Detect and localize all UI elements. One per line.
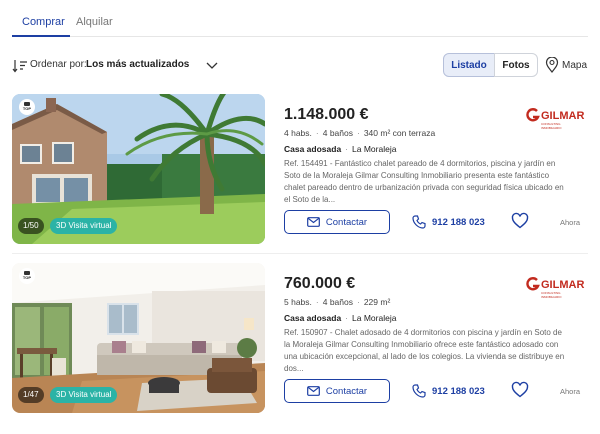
- rooms: 4 habs.: [284, 128, 312, 138]
- listing-card[interactable]: TOP 1/47 3D Visita virtual 760.000 € GIL…: [12, 263, 588, 413]
- chevron-down-icon[interactable]: [206, 60, 218, 70]
- agency-tagline: CONSULTING INMOBILIARIO: [541, 122, 562, 130]
- property-type: Casa adosada: [284, 313, 342, 323]
- agency-tagline: CONSULTING INMOBILIARIO: [541, 291, 562, 299]
- sort-label: Ordenar por:: [30, 59, 87, 70]
- sort-icon: [12, 60, 27, 73]
- phone-icon: [412, 384, 426, 398]
- listing-info: 760.000 € GILMAR CONSULTING INMOBILIARIO…: [284, 263, 588, 413]
- view-fotos-button[interactable]: Fotos: [494, 53, 538, 77]
- area: 340 m² con terraza: [363, 128, 436, 138]
- listing-card[interactable]: TOP 1/50 3D Visita virtual 1.148.000 € G…: [12, 94, 588, 244]
- location: La Moraleja: [352, 144, 397, 154]
- view-listado-button[interactable]: Listado: [443, 53, 495, 77]
- updated-time: Ahora: [560, 387, 581, 396]
- operation-tabs: Comprar Alquilar: [12, 0, 588, 37]
- virtual-tour-badge[interactable]: 3D Visita virtual: [50, 218, 118, 234]
- listing-photo[interactable]: TOP 1/50 3D Visita virtual: [12, 94, 265, 244]
- updated-time: Ahora: [560, 218, 581, 227]
- property-type: Casa adosada: [284, 144, 342, 154]
- contact-label: Contactar: [325, 216, 368, 228]
- area: 229 m²: [363, 297, 391, 307]
- phone-button[interactable]: 912 188 023: [412, 379, 485, 403]
- tab-alquilar[interactable]: Alquilar: [76, 16, 113, 28]
- agency-name: GILMAR: [541, 110, 585, 122]
- location: La Moraleja: [352, 313, 397, 323]
- agency-logo[interactable]: GILMAR CONSULTING INMOBILIARIO: [524, 273, 584, 301]
- baths: 4 baños: [322, 297, 353, 307]
- tab-comprar[interactable]: Comprar: [22, 16, 65, 28]
- listing-price[interactable]: 1.148.000 €: [284, 106, 369, 124]
- listing-features: 5 habs. · 4 baños · 229 m²: [284, 297, 391, 307]
- contact-button[interactable]: Contactar: [284, 379, 390, 403]
- sort-select[interactable]: Los más actualizados: [86, 59, 189, 70]
- gilmar-logo-icon: [526, 108, 540, 122]
- agency-name: GILMAR: [541, 279, 585, 291]
- photo-counter: 1/50: [18, 218, 44, 234]
- results-toolbar: Ordenar por: Los más actualizados Listad…: [12, 52, 588, 80]
- baths: 4 baños: [322, 128, 353, 138]
- phone-button[interactable]: 912 188 023: [412, 210, 485, 234]
- active-tab-indicator: [12, 35, 70, 37]
- divider: [12, 253, 588, 254]
- gilmar-logo-icon: [526, 277, 540, 291]
- mail-icon: [307, 217, 320, 227]
- top-badge: TOP: [19, 99, 35, 115]
- map-button[interactable]: Mapa: [545, 55, 587, 75]
- agency-logo[interactable]: GILMAR CONSULTING INMOBILIARIO: [524, 104, 584, 132]
- contact-label: Contactar: [325, 385, 368, 397]
- listing-description[interactable]: Ref. 150907 - Chalet adosado de 4 dormit…: [284, 327, 566, 375]
- map-pin-icon: [545, 57, 559, 73]
- map-label: Mapa: [562, 59, 588, 71]
- listing-photo[interactable]: TOP 1/47 3D Visita virtual: [12, 263, 265, 413]
- phone-number: 912 188 023: [432, 216, 485, 228]
- phone-icon: [412, 215, 426, 229]
- phone-number: 912 188 023: [432, 385, 485, 397]
- rooms: 5 habs.: [284, 297, 312, 307]
- contact-button[interactable]: Contactar: [284, 210, 390, 234]
- listing-info: 1.148.000 € GILMAR CONSULTING INMOBILIAR…: [284, 94, 588, 244]
- heart-icon[interactable]: [511, 381, 529, 399]
- virtual-tour-badge[interactable]: 3D Visita virtual: [50, 387, 118, 403]
- top-badge: TOP: [19, 268, 35, 284]
- mail-icon: [307, 386, 320, 396]
- listing-description[interactable]: Ref. 154491 - Fantástico chalet pareado …: [284, 158, 566, 206]
- listing-features: 4 habs. · 4 baños · 340 m² con terraza: [284, 128, 436, 138]
- listing-type-location: Casa adosada · La Moraleja: [284, 144, 397, 154]
- listing-price[interactable]: 760.000 €: [284, 275, 355, 293]
- listing-type-location: Casa adosada · La Moraleja: [284, 313, 397, 323]
- heart-icon[interactable]: [511, 212, 529, 230]
- photo-counter: 1/47: [18, 387, 44, 403]
